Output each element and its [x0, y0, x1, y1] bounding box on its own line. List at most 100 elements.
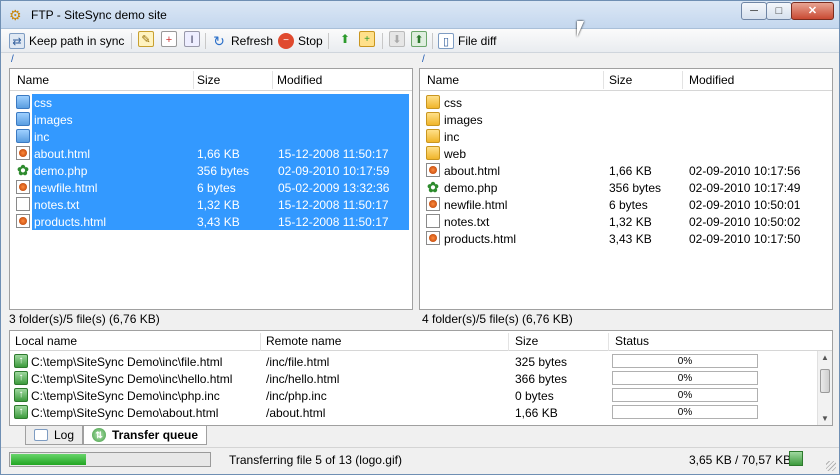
local-file-list[interactable]: Name Size Modified css images inc about.htm… [9, 68, 413, 310]
column-header-remote-name[interactable]: Remote name [266, 334, 341, 348]
file-size: 1,32 KB [197, 198, 240, 212]
queue-remote-name: /inc/php.inc [266, 389, 327, 403]
file-name: demo.php [444, 181, 498, 195]
file-size: 3,43 KB [197, 215, 240, 229]
column-header-size[interactable]: Size [609, 73, 632, 87]
app-icon: ⚙ [9, 7, 22, 23]
bottom-tabs: Log ⇅ Transfer queue [9, 425, 833, 445]
file-size: 3,43 KB [609, 232, 652, 246]
file-row[interactable]: css [420, 94, 832, 111]
remote-list-header: Name Size Modified [420, 69, 832, 91]
refresh-button[interactable]: ↻ Refresh [211, 31, 273, 51]
file-modified: 02-09-2010 10:17:56 [689, 164, 801, 178]
column-divider[interactable] [193, 71, 194, 89]
close-button[interactable]: ✕ [791, 2, 834, 20]
file-row[interactable]: web [420, 145, 832, 162]
queue-local-name: C:\temp\SiteSync Demo\inc\php.inc [31, 389, 220, 403]
queue-progress-bar: 0% [612, 388, 758, 402]
column-divider[interactable] [508, 333, 509, 351]
transfer-size: 3,65 KB / 70,57 KB [689, 453, 792, 467]
file-row[interactable]: css [10, 94, 412, 111]
folder-icon [426, 112, 440, 126]
queue-row[interactable]: ↑ C:\temp\SiteSync Demo\inc\hello.html/in… [10, 370, 818, 387]
column-header-modified[interactable]: Modified [277, 73, 322, 87]
column-header-modified[interactable]: Modified [689, 73, 734, 87]
file-row[interactable]: newfile.html 6 bytes 05-02-2009 13:32:36 [10, 179, 412, 196]
file-row[interactable]: inc [10, 128, 412, 145]
rename-icon[interactable]: I [184, 31, 200, 47]
column-divider[interactable] [603, 71, 604, 89]
folder-icon [16, 95, 30, 109]
file-row[interactable]: products.html 3,43 KB 02-09-2010 10:17:50 [420, 230, 832, 247]
file-row[interactable]: notes.txt 1,32 KB 15-12-2008 11:50:17 [10, 196, 412, 213]
html-file-icon [16, 146, 30, 160]
file-name: products.html [444, 232, 517, 246]
keep-path-in-sync-button[interactable]: ⇄ Keep path in sync [9, 31, 124, 51]
scroll-down-arrow-icon[interactable]: ▼ [821, 414, 829, 423]
column-header-name[interactable]: Name [17, 73, 49, 87]
left-path[interactable]: / [11, 54, 14, 66]
maximize-button[interactable]: □ [766, 2, 792, 20]
title-bar[interactable]: ⚙ FTP - SiteSync demo site ─ □ ✕ [1, 1, 839, 29]
local-list-header: Name Size Modified [10, 69, 412, 91]
queue-progress-label: 0% [677, 390, 693, 401]
queue-row[interactable]: ↑ C:\temp\SiteSync Demo\inc\file.html/inc… [10, 353, 818, 370]
selection-highlight [32, 94, 409, 111]
text-file-icon [16, 197, 30, 211]
file-row[interactable]: notes.txt 1,32 KB 02-09-2010 10:50:02 [420, 213, 832, 230]
file-row[interactable]: ✿ demo.php 356 bytes 02-09-2010 10:17:59 [10, 162, 412, 179]
queue-size-name: 366 bytes [515, 372, 568, 386]
file-row[interactable]: about.html 1,66 KB 15-12-2008 11:50:17 [10, 145, 412, 162]
queue-local-name: C:\temp\SiteSync Demo\about.html [31, 406, 219, 420]
upload-icon[interactable]: ⬆ [411, 31, 427, 47]
column-divider[interactable] [682, 71, 683, 89]
file-size: 6 bytes [197, 181, 236, 195]
scroll-up-arrow-icon[interactable]: ▲ [821, 353, 829, 362]
overall-progress-fill [11, 454, 87, 465]
column-header-local-name[interactable]: Local name [15, 334, 77, 348]
file-size: 6 bytes [609, 198, 648, 212]
minimize-button[interactable]: ─ [741, 2, 767, 20]
queue-header: Local name Remote name Size Status [10, 331, 832, 351]
edit-icon[interactable]: ✎ [138, 31, 154, 47]
file-row[interactable]: products.html 3,43 KB 15-12-2008 11:50:17 [10, 213, 412, 230]
tab-transfer-queue[interactable]: ⇅ Transfer queue [83, 426, 208, 445]
file-diff-button[interactable]: ▯ File diff [438, 31, 496, 51]
file-modified: 02-09-2010 10:50:01 [689, 198, 801, 212]
right-path[interactable]: / [422, 54, 425, 66]
file-row[interactable]: newfile.html 6 bytes 02-09-2010 10:50:01 [420, 196, 832, 213]
column-header-size[interactable]: Size [515, 334, 538, 348]
column-header-status[interactable]: Status [615, 334, 649, 348]
download-icon[interactable]: ⬇ [389, 31, 405, 47]
new-file-icon[interactable]: + [161, 31, 177, 47]
file-row[interactable]: inc [420, 128, 832, 145]
file-row[interactable]: images [420, 111, 832, 128]
queue-progress-label: 0% [677, 373, 693, 384]
queue-row[interactable]: ↑ C:\temp\SiteSync Demo\inc\php.inc/inc/p… [10, 387, 818, 404]
resize-grip-icon[interactable] [826, 461, 836, 471]
new-folder-icon[interactable]: + [359, 31, 375, 47]
column-divider[interactable] [260, 333, 261, 351]
file-name: images [444, 113, 483, 127]
queue-row[interactable]: ↑ C:\temp\SiteSync Demo\about.html/about.… [10, 404, 818, 421]
queue-scrollbar[interactable]: ▲ ▼ [817, 351, 832, 425]
file-name: about.html [34, 147, 91, 161]
scrollbar-thumb[interactable] [820, 369, 830, 393]
column-divider[interactable] [272, 71, 273, 89]
file-row[interactable]: ✿ demo.php 356 bytes 02-09-2010 10:17:49 [420, 179, 832, 196]
up-folder-icon[interactable]: ⬆ [337, 31, 353, 47]
column-header-size[interactable]: Size [197, 73, 220, 87]
file-row[interactable]: about.html 1,66 KB 02-09-2010 10:17:56 [420, 162, 832, 179]
column-header-name[interactable]: Name [427, 73, 459, 87]
transfer-queue-list[interactable]: Local name Remote name Size Status ▲ ▼ ↑… [9, 330, 833, 426]
queue-remote-name: /inc/file.html [266, 355, 330, 369]
stop-label: Stop [298, 34, 323, 48]
transfer-message: Transferring file 5 of 13 (logo.gif) [229, 453, 402, 467]
stop-icon: − [278, 33, 294, 49]
column-divider[interactable] [608, 333, 609, 351]
remote-file-list[interactable]: Name Size Modified css images inc web about.… [419, 68, 833, 310]
stop-button[interactable]: − Stop [278, 31, 323, 51]
file-name: inc [444, 130, 460, 144]
file-row[interactable]: images [10, 111, 412, 128]
tab-log[interactable]: Log [25, 426, 84, 445]
